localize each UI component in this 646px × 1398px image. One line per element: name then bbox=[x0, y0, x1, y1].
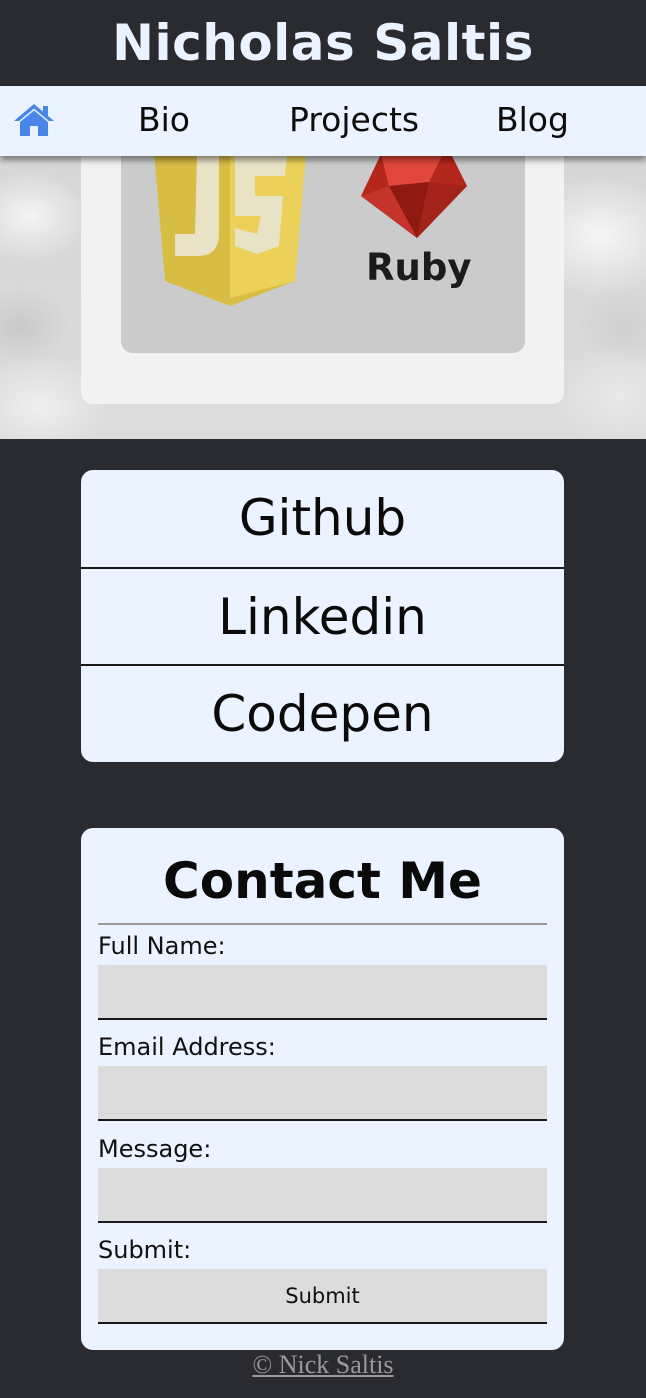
nav-bar: Bio Projects Blog bbox=[0, 86, 646, 156]
github-link[interactable]: Github bbox=[81, 470, 564, 567]
ruby-label: Ruby bbox=[366, 246, 472, 289]
contact-title: Contact Me bbox=[163, 852, 482, 910]
social-links-card: Github Linkedin Codepen bbox=[81, 470, 564, 762]
message-label: Message: bbox=[98, 1135, 212, 1163]
ruby-gem-icon bbox=[361, 156, 467, 238]
skills-section: Ruby bbox=[0, 156, 646, 439]
codepen-link[interactable]: Codepen bbox=[81, 664, 564, 761]
home-icon[interactable] bbox=[12, 102, 56, 138]
contact-divider bbox=[98, 923, 547, 925]
message-input[interactable] bbox=[98, 1168, 547, 1223]
email-label: Email Address: bbox=[98, 1033, 276, 1061]
nav-item-projects[interactable]: Projects bbox=[289, 86, 419, 156]
nav-item-blog[interactable]: Blog bbox=[496, 86, 569, 156]
skills-card: Ruby bbox=[81, 156, 564, 404]
footer-copyright-link[interactable]: © Nick Saltis bbox=[0, 1350, 646, 1380]
nav-item-bio[interactable]: Bio bbox=[138, 86, 190, 156]
skills-logo-panel: Ruby bbox=[121, 156, 525, 353]
submit-button[interactable]: Submit bbox=[98, 1269, 547, 1324]
email-input[interactable] bbox=[98, 1066, 547, 1121]
submit-label: Submit: bbox=[98, 1236, 192, 1264]
site-header: Nicholas Saltis bbox=[0, 0, 646, 86]
contact-form: Contact Me Full Name: Email Address: Mes… bbox=[81, 828, 564, 1350]
javascript-logo bbox=[154, 156, 306, 306]
site-title: Nicholas Saltis bbox=[112, 14, 534, 72]
full-name-label: Full Name: bbox=[98, 932, 226, 960]
linkedin-link[interactable]: Linkedin bbox=[81, 567, 564, 664]
full-name-input[interactable] bbox=[98, 965, 547, 1020]
